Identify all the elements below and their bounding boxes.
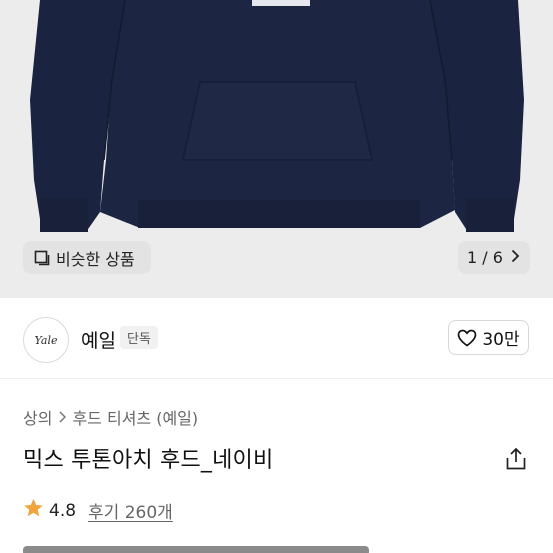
reviews-link[interactable]: 후기 260개 xyxy=(88,498,173,523)
chevron-right-icon xyxy=(511,248,520,267)
breadcrumb: 상의 후드 티셔츠 (예일) xyxy=(23,405,198,429)
brand-logo[interactable]: Yale xyxy=(23,317,69,363)
product-image-area[interactable]: 비슷한 상품 1 / 6 xyxy=(0,0,553,298)
like-count: 30만 xyxy=(482,330,520,350)
heart-icon xyxy=(458,329,477,347)
share-icon[interactable] xyxy=(505,447,527,471)
similar-products-icon xyxy=(34,250,50,266)
breadcrumb-category[interactable]: 상의 xyxy=(23,405,52,429)
product-title: 믹스 투톤아치 후드_네이비 xyxy=(23,448,274,473)
star-icon xyxy=(23,498,44,523)
rating-row: 4.8 후기 260개 xyxy=(23,498,173,523)
brand-logo-text: Yale xyxy=(34,333,58,347)
image-counter-text: 1 / 6 xyxy=(467,248,503,267)
chevron-right-icon xyxy=(59,408,67,427)
rating-score: 4.8 xyxy=(49,500,77,521)
bottom-banner[interactable] xyxy=(23,546,369,553)
similar-products-label: 비슷한 상품 xyxy=(56,249,135,269)
brand-name[interactable]: 예일 xyxy=(81,326,116,353)
image-counter[interactable]: 1 / 6 xyxy=(458,241,530,274)
breadcrumb-subcategory[interactable]: 후드 티셔츠 (예일) xyxy=(72,405,198,429)
like-button[interactable]: 30만 xyxy=(448,320,529,355)
similar-products-button[interactable]: 비슷한 상품 xyxy=(23,241,151,274)
brand-row: Yale 예일 단독 30만 xyxy=(0,298,553,379)
exclusive-badge: 단독 xyxy=(120,326,158,349)
